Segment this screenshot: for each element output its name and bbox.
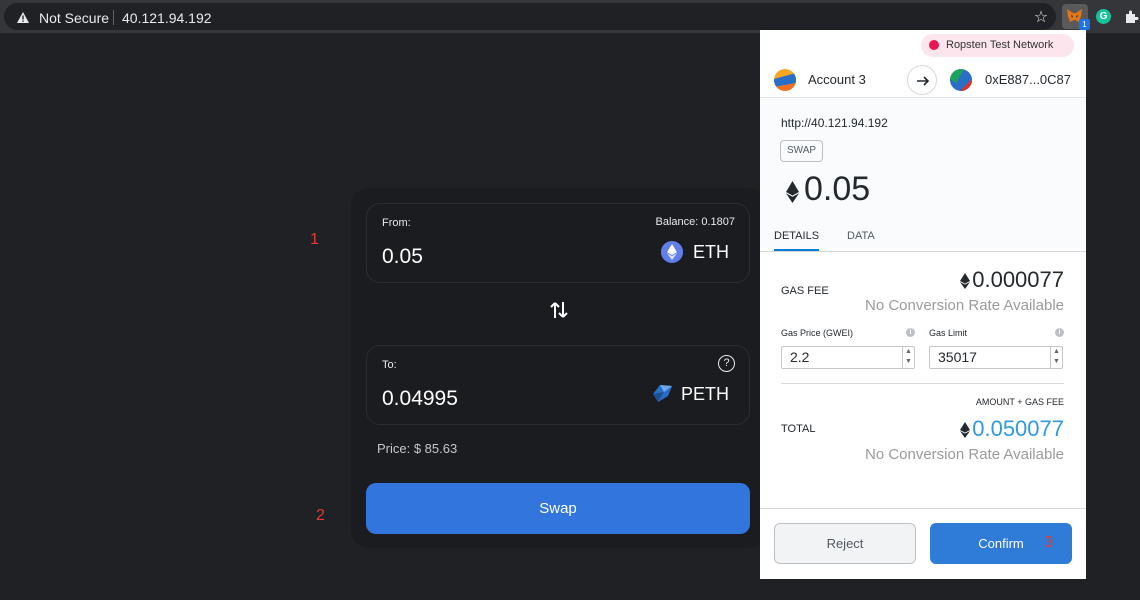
gas-fee-conversion: No Conversion Rate Available [864,297,1064,314]
gas-price-label: Gas Price (GWEI) [781,328,854,338]
tab-bar: DETAILS DATA [760,223,1086,252]
network-label: Ropsten Test Network [946,39,1054,51]
balance-label: Balance: 0.1807 [655,216,735,228]
url-text[interactable]: 40.121.94.192 [122,10,212,26]
network-status-dot [929,40,939,50]
reject-button[interactable]: Reject [774,523,916,564]
gas-fee-amount: 0.000077 [972,267,1064,292]
network-selector[interactable]: Ropsten Test Network [921,34,1074,57]
swap-direction-icon[interactable] [548,299,570,321]
browser-toolbar: Not Secure 40.121.94.192 ☆ 1 G [0,0,1140,33]
to-amount-field[interactable]: 0.04995 [382,387,458,411]
gas-price-value: 2.2 [790,349,810,365]
peth-token-icon[interactable] [650,382,674,404]
eth-icon [960,422,971,439]
eth-icon [786,181,799,203]
notification-badge: 1 [1079,19,1090,30]
annotation-3: 3 [1044,534,1053,551]
arrow-right-icon [907,65,937,95]
amount-gas-label: AMOUNT + GAS FEE [975,397,1064,407]
gas-limit-stepper[interactable]: ▲ ▼ [1050,347,1062,368]
confirm-button[interactable]: Confirm 3 [930,523,1072,564]
method-badge: SWAP [780,140,824,162]
to-token-symbol[interactable]: PETH [681,384,729,405]
info-icon[interactable]: i [1055,328,1064,337]
total-amount: 0.050077 [972,416,1064,441]
gas-limit-value: 35017 [938,349,977,365]
gas-limit-label: Gas Limit [929,328,968,338]
info-icon[interactable]: i [906,328,915,337]
from-label: From: [382,217,411,229]
grammarly-extension-icon[interactable]: G [1096,9,1111,24]
recipient-address[interactable]: 0xE887...0C87 [985,72,1071,87]
price-label: Price: $ 85.63 [377,441,458,456]
metamask-extension-button[interactable]: 1 [1062,4,1090,30]
help-icon[interactable]: ? [718,355,735,372]
tab-details[interactable]: DETAILS [774,230,820,251]
gas-limit-input[interactable]: 35017 ▲ ▼ [929,346,1063,369]
security-label[interactable]: Not Secure [39,10,109,26]
total-label: TOTAL [781,423,816,435]
to-token-box: To: ? 0.04995 PETH [366,345,750,425]
from-amount-input[interactable]: 0.05 [382,245,423,269]
swap-card: From: Balance: 0.1807 0.05 ETH To: ? 0.0… [351,188,767,548]
from-token-box: From: Balance: 0.1807 0.05 ETH [366,203,750,283]
annotation-1: 1 [310,231,319,248]
recipient-avatar-icon [950,69,972,91]
eth-icon [960,273,971,290]
total-conversion: No Conversion Rate Available [864,446,1064,463]
swap-button[interactable]: Swap [366,483,750,534]
account-avatar-icon [774,69,796,91]
tab-data[interactable]: DATA [847,230,875,242]
total-value: 0.050077 [960,416,1064,442]
address-bar[interactable]: Not Secure 40.121.94.192 ☆ [4,3,1056,30]
sender-account-name[interactable]: Account 3 [808,72,866,87]
gas-price-input[interactable]: 2.2 ▲ ▼ [781,346,915,369]
gas-fee-value: 0.000077 [960,267,1064,293]
divider [781,383,1064,384]
to-label: To: [382,359,397,371]
address-separator [113,10,114,25]
eth-token-icon[interactable] [661,241,683,263]
gas-price-stepper[interactable]: ▲ ▼ [902,347,914,368]
confirm-label: Confirm [978,536,1024,551]
annotation-2: 2 [316,507,325,524]
origin-url: http://40.121.94.192 [781,116,888,130]
from-token-symbol[interactable]: ETH [693,242,729,263]
transaction-amount: 0.05 [804,170,871,208]
gas-fee-label: GAS FEE [781,285,829,297]
warning-icon[interactable] [17,12,29,23]
details-panel: GAS FEE 0.000077 No Conversion Rate Avai… [760,252,1086,509]
extensions-puzzle-icon[interactable] [1124,9,1140,25]
metamask-popup: Ropsten Test Network Account 3 0xE887...… [760,30,1086,579]
star-icon[interactable]: ☆ [1032,9,1050,27]
sender-recipient-row: Account 3 0xE887...0C87 [760,62,1086,98]
